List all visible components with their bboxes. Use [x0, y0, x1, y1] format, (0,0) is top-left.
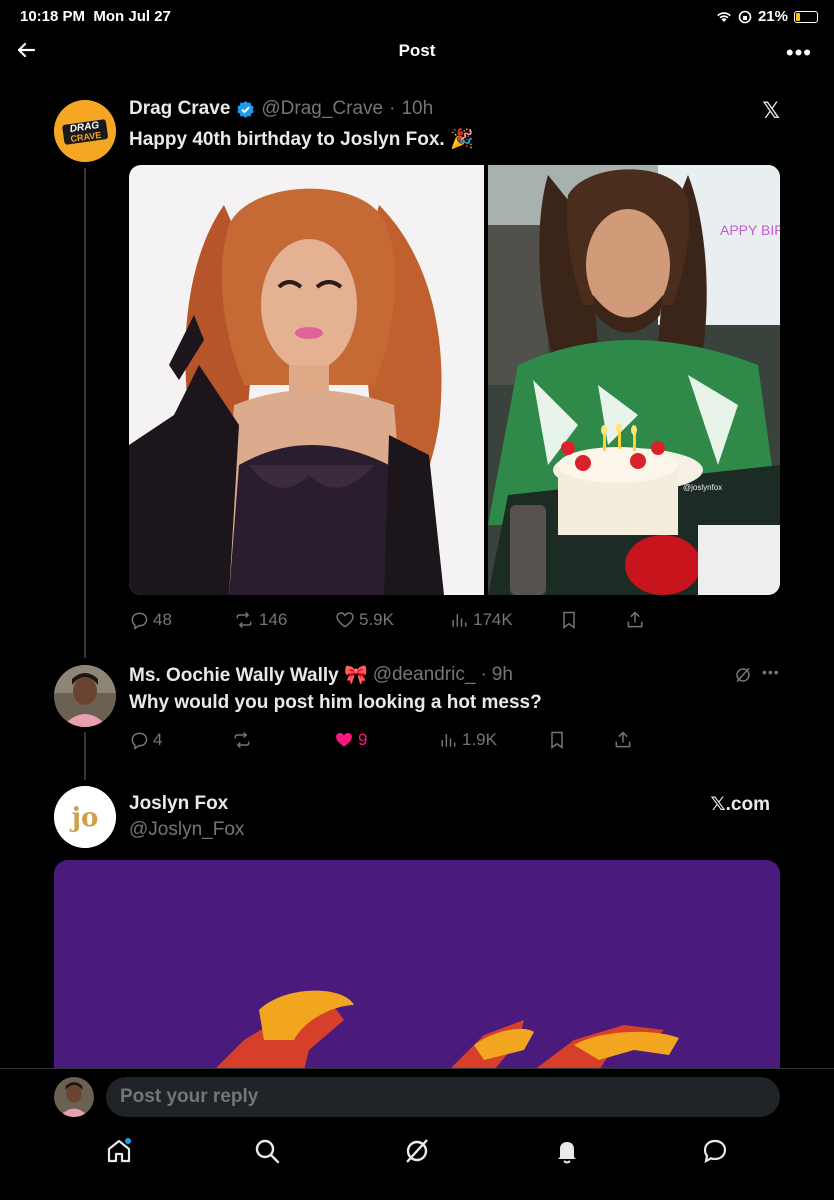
reply-bookmark-action[interactable] — [547, 730, 567, 750]
repost-action[interactable]: 146 — [233, 610, 287, 630]
post-header: Post ••• — [0, 34, 834, 68]
page-title: Post — [398, 41, 436, 60]
user-avatar-photo — [54, 1077, 94, 1117]
photo-watermark: @joslynfox — [683, 483, 722, 492]
separator-dot: · — [389, 98, 396, 119]
reply-count: 48 — [153, 610, 172, 629]
reply-action[interactable]: 48 — [129, 610, 172, 630]
wifi-icon — [717, 12, 731, 22]
repost-icon — [234, 731, 250, 749]
quote-media-card[interactable] — [54, 860, 780, 1070]
reply-share-action[interactable] — [613, 730, 633, 750]
composer-avatar[interactable] — [54, 1077, 94, 1117]
tweet-image-2[interactable]: APPY BIRTHDAY @joslynfox — [488, 165, 780, 595]
reply-separator-dot: · — [480, 664, 487, 685]
birthday-cake-photo: APPY BIRTHDAY @joslynfox — [488, 165, 780, 595]
status-clock: 10:18 PM — [20, 8, 86, 25]
bookmark-icon — [563, 611, 575, 629]
battery-percent: 21% — [757, 8, 788, 25]
reply-icon — [131, 732, 148, 750]
status-indicators: 21% — [716, 8, 818, 25]
reply-input[interactable]: Post your reply — [106, 1077, 780, 1117]
drag-portrait-image — [129, 165, 484, 595]
reply-view-count: 1.9K — [462, 730, 497, 749]
like-action[interactable]: 5.9K — [335, 610, 394, 630]
reply-like-action[interactable]: 9 — [334, 730, 367, 750]
logo-text: jo — [70, 803, 99, 833]
reply-reply-action[interactable]: 4 — [129, 730, 162, 750]
reply-text: Why would you post him looking a hot mes… — [129, 692, 542, 713]
tweet-text: Happy 40th birthday to Joslyn Fox. 🎉 — [129, 129, 474, 150]
status-time: 10:18 PM Mon Jul 27 — [20, 8, 171, 25]
screen-rotation-lock-icon — [738, 10, 752, 23]
bookmark-action[interactable] — [559, 610, 579, 630]
reply-composer-bar: Post your reply — [0, 1068, 834, 1126]
reply-views-action[interactable]: 1.9K — [438, 730, 497, 750]
quote-author-handle[interactable]: @Joslyn_Fox — [129, 819, 244, 841]
drag-crave-logo: DRAG CRAVE — [54, 100, 116, 162]
reply-like-count: 9 — [358, 730, 368, 749]
author-name[interactable]: Drag Crave — [129, 98, 230, 120]
reply-actions: 4 9 1.9K — [129, 728, 649, 752]
heart-filled-icon — [336, 733, 352, 747]
post-time[interactable]: 10h — [401, 98, 433, 120]
source-label[interactable]: 𝕏.com — [710, 793, 770, 816]
heart-icon — [336, 612, 354, 628]
reply-reply-count: 4 — [153, 730, 163, 749]
status-date: Mon Jul 27 — [93, 8, 171, 25]
x-logo-icon: 𝕏 — [762, 98, 780, 123]
view-count: 174K — [473, 610, 513, 629]
share-icon — [615, 731, 631, 748]
thread-line-lower — [84, 732, 86, 780]
reply-author-name[interactable]: Ms. Oochie Wally Wally 🎀 — [129, 663, 368, 687]
views-action[interactable]: 174K — [449, 610, 513, 630]
search-icon[interactable] — [252, 1136, 282, 1166]
repost-icon — [236, 611, 252, 629]
reply-icon — [131, 612, 148, 630]
joslyn-fox-logo: jo — [54, 786, 116, 848]
views-icon — [441, 734, 456, 747]
share-icon — [627, 611, 643, 628]
reply-more-icon[interactable]: ••• — [762, 664, 780, 680]
share-action[interactable] — [625, 610, 645, 630]
happy-birthday-overlay: APPY BIRTHDAY — [720, 222, 780, 238]
home-icon[interactable] — [104, 1136, 134, 1166]
notifications-icon[interactable] — [552, 1136, 582, 1166]
reply-header: Ms. Oochie Wally Wally 🎀 @deandric_ · 9h — [129, 663, 513, 687]
tweet-image-1[interactable] — [129, 165, 484, 595]
views-icon — [452, 614, 467, 627]
verified-badge-icon — [237, 100, 255, 118]
repost-count: 146 — [259, 610, 288, 629]
author-handle[interactable]: @Drag_Crave — [261, 98, 383, 120]
battery-icon — [794, 10, 818, 23]
like-count: 5.9K — [359, 610, 394, 629]
reply-repost-action[interactable] — [231, 730, 253, 750]
reply-author-handle[interactable]: @deandric_ — [373, 664, 476, 686]
messages-icon[interactable] — [700, 1136, 730, 1166]
grok-icon[interactable] — [734, 666, 752, 684]
avatar-joslyn-fox[interactable]: jo — [54, 786, 116, 848]
bookmark-icon — [551, 731, 563, 749]
quote-card-graphic — [54, 860, 780, 1070]
user-avatar-photo — [54, 665, 116, 727]
avatar-ms-oochie[interactable] — [54, 665, 116, 727]
more-options-icon[interactable]: ••• — [786, 40, 812, 66]
grok-tab-icon[interactable] — [402, 1136, 432, 1166]
status-bar: 10:18 PM Mon Jul 27 21% — [0, 0, 834, 34]
tweet-actions: 48 146 5.9K 174K — [129, 608, 689, 632]
quote-author-name[interactable]: Joslyn Fox — [129, 793, 228, 815]
reply-time[interactable]: 9h — [492, 664, 513, 686]
avatar-drag-crave[interactable]: DRAG CRAVE — [54, 100, 116, 162]
tweet-header: Drag Crave @Drag_Crave · 10h — [129, 98, 433, 120]
thread-line — [84, 168, 86, 658]
bottom-tab-bar — [0, 1126, 834, 1200]
